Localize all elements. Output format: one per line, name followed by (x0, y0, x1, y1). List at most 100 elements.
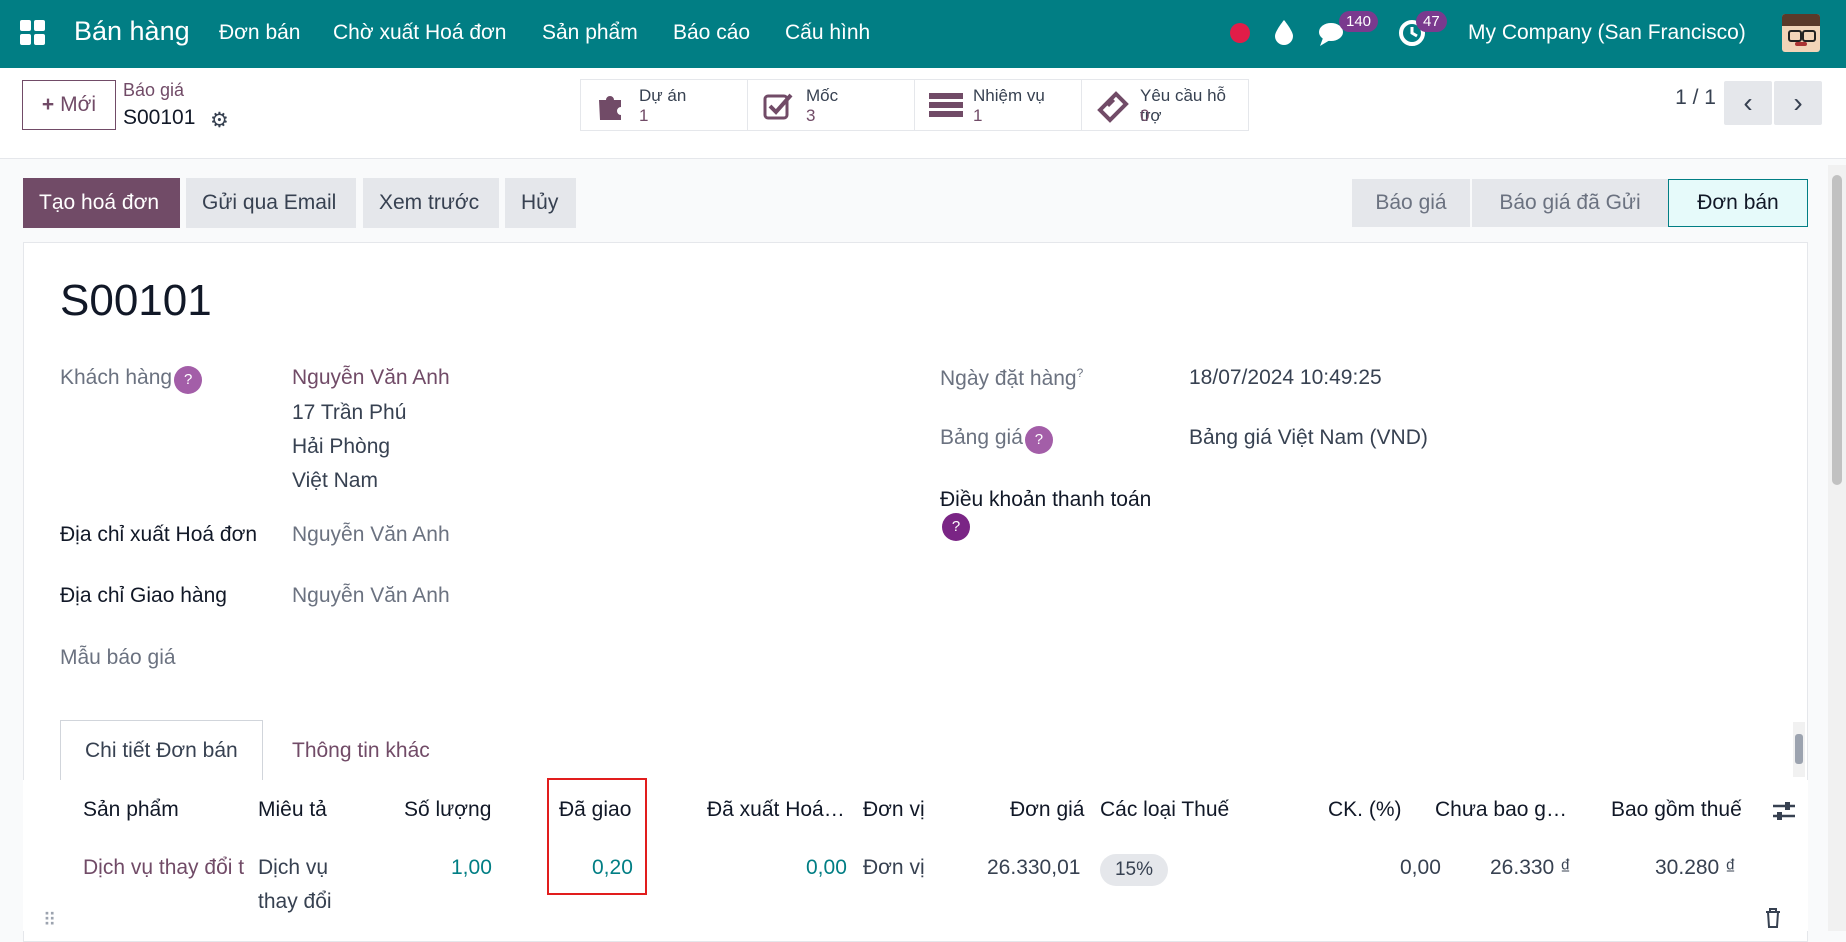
menu-configuration[interactable]: Cấu hình (785, 21, 870, 45)
smart-button-label: Dự án (639, 86, 687, 105)
column-subtotal[interactable]: Chưa bao g… (1435, 798, 1567, 822)
delivery-address-label: Địa chỉ Giao hàng (60, 584, 227, 607)
cell-uom[interactable]: Đơn vị (863, 856, 925, 880)
new-button-label: Mới (60, 93, 97, 116)
status-quotation-sent[interactable]: Báo giá đã Gửi (1472, 179, 1668, 227)
smart-button-milestones[interactable]: Mốc 3 (747, 79, 915, 131)
company-switcher[interactable]: My Company (San Francisco) (1468, 21, 1746, 45)
smart-button-value: 1 (973, 106, 983, 125)
delivery-address-field[interactable]: Nguyễn Văn Anh (292, 584, 450, 608)
pricelist-value[interactable]: Bảng giá Việt Nam (VND) (1189, 426, 1428, 450)
cell-quantity[interactable]: 1,00 (451, 856, 492, 880)
ticket-icon (1096, 90, 1130, 124)
plus-icon: + (41, 93, 55, 116)
control-panel: + Mới Báo giá S00101 ⚙ Dự án 1 Mốc 3 Nhi… (0, 68, 1846, 159)
invoice-address-label: Địa chỉ xuất Hoá đơn (60, 523, 258, 546)
column-unit-price[interactable]: Đơn giá (1010, 798, 1084, 822)
breadcrumb-current: S00101 (123, 106, 196, 129)
customer-label: Khách hàng? (60, 366, 203, 394)
invoice-address-field[interactable]: Nguyễn Văn Anh (292, 523, 450, 547)
customer-name[interactable]: Nguyễn Văn Anh (292, 366, 450, 390)
pager-value[interactable]: 1 / 1 (1675, 86, 1716, 110)
help-mark-icon[interactable]: ? (1077, 366, 1084, 380)
cell-description-line[interactable]: thay đổi (258, 890, 332, 914)
column-product[interactable]: Sản phẩm (83, 798, 179, 822)
column-description[interactable]: Miêu tả (258, 798, 327, 822)
cell-product[interactable]: Dịch vụ thay đổi t (83, 856, 248, 880)
notebook-tabs: Chi tiết Đơn bán Thông tin khác (23, 720, 1563, 781)
cell-unit-price[interactable]: 26.330,01 (987, 856, 1080, 880)
cell-subtotal: 26.330 ₫ (1490, 856, 1571, 879)
menu-products[interactable]: Sản phẩm (542, 21, 638, 45)
tab-other-info[interactable]: Thông tin khác (268, 720, 454, 781)
column-discount[interactable]: CK. (%) (1328, 798, 1402, 822)
optional-columns-icon[interactable] (1771, 798, 1797, 824)
drag-handle-icon[interactable]: ⠿ (43, 910, 56, 931)
tax-badge[interactable]: 15% (1100, 854, 1168, 886)
smart-button-tasks[interactable]: Nhiệm vụ 1 (914, 79, 1082, 131)
top-navbar: Bán hàng Đơn bán Chờ xuất Hoá đơn Sản ph… (0, 0, 1846, 68)
pager-next-icon[interactable]: › (1774, 81, 1822, 125)
smart-button-label: Mốc (806, 86, 839, 105)
order-lines-header: Sản phẩm Miêu tả Số lượng Đã giao Đã xuấ… (23, 780, 1808, 843)
cell-invoiced: 0,00 (806, 856, 847, 879)
smart-button-tickets[interactable]: Yêu cầu hỗ trợ 0 (1081, 79, 1249, 131)
cancel-button[interactable]: Hủy (505, 178, 576, 228)
customer-address-line: 17 Trần Phú (292, 401, 407, 424)
smart-button-label: Yêu cầu hỗ trợ (1140, 86, 1227, 125)
table-row[interactable]: ⠿ Dịch vụ thay đổi t Dịch vụ thay đổi 1,… (23, 842, 1808, 931)
cell-total: 30.280 ₫ (1655, 856, 1736, 879)
inner-scrollbar[interactable] (1793, 722, 1805, 777)
create-invoice-button[interactable]: Tạo hoá đơn (23, 178, 180, 228)
breadcrumb-parent[interactable]: Báo giá (123, 80, 184, 101)
status-sales-order[interactable]: Đơn bán (1668, 179, 1808, 227)
gear-icon[interactable]: ⚙ (210, 108, 229, 133)
customer-address-line: Hải Phòng (292, 435, 391, 458)
column-invoiced[interactable]: Đã xuất Hoá… (707, 798, 845, 822)
help-icon[interactable]: ? (1024, 426, 1053, 454)
column-uom[interactable]: Đơn vị (863, 798, 925, 822)
smart-button-value: 3 (806, 106, 816, 125)
order-date-label: Ngày đặt hàng? (940, 366, 1083, 391)
pager-previous-icon[interactable]: ‹ (1724, 81, 1772, 125)
user-avatar[interactable] (1782, 14, 1820, 52)
smart-button-value: 1 (639, 106, 649, 125)
smart-button-projects[interactable]: Dự án 1 (580, 79, 748, 131)
column-quantity[interactable]: Số lượng (404, 798, 491, 822)
tab-order-lines[interactable]: Chi tiết Đơn bán (60, 720, 263, 781)
droplet-icon[interactable] (1273, 18, 1299, 48)
column-total[interactable]: Bao gồm thuế (1611, 798, 1742, 822)
messages-count-badge: 140 (1339, 11, 1379, 32)
smart-button-label: Nhiệm vụ (973, 86, 1045, 105)
smart-button-value: 0 (1140, 106, 1150, 125)
highlight-delivered-column (547, 778, 647, 895)
app-name[interactable]: Bán hàng (74, 16, 190, 47)
help-icon[interactable]: ? (942, 513, 970, 541)
customer-label-text: Khách hàng (60, 366, 173, 389)
page-scrollbar[interactable] (1828, 165, 1846, 931)
menu-reporting[interactable]: Báo cáo (673, 21, 750, 45)
recording-dot-icon[interactable] (1230, 23, 1250, 43)
trash-icon[interactable] (1763, 907, 1783, 929)
tasks-icon (929, 90, 963, 124)
pricelist-label-text: Bảng giá (940, 426, 1023, 449)
order-date-value[interactable]: 18/07/2024 10:49:25 (1189, 366, 1382, 390)
column-taxes[interactable]: Các loại Thuế (1100, 798, 1229, 822)
check-square-icon (762, 90, 796, 124)
preview-button[interactable]: Xem trước (363, 178, 499, 228)
menu-orders[interactable]: Đơn bán (219, 21, 301, 45)
pricelist-label: Bảng giá? (940, 426, 1053, 454)
menu-to-invoice[interactable]: Chờ xuất Hoá đơn (333, 21, 506, 45)
status-quotation[interactable]: Báo giá (1352, 179, 1470, 227)
puzzle-icon (595, 90, 629, 124)
cell-description-line[interactable]: Dịch vụ (258, 856, 328, 880)
order-title: S00101 (60, 276, 212, 325)
activities-count-badge: 47 (1416, 11, 1447, 32)
cell-discount[interactable]: 0,00 (1400, 856, 1441, 880)
payment-terms-label: Điều khoản thanh toán (940, 488, 1152, 511)
help-icon[interactable]: ? (174, 366, 203, 394)
apps-grid-icon[interactable] (20, 20, 46, 46)
quote-template-label: Mẫu báo giá (60, 646, 176, 669)
new-button[interactable]: + Mới (22, 80, 116, 130)
send-email-button[interactable]: Gửi qua Email (186, 178, 356, 228)
